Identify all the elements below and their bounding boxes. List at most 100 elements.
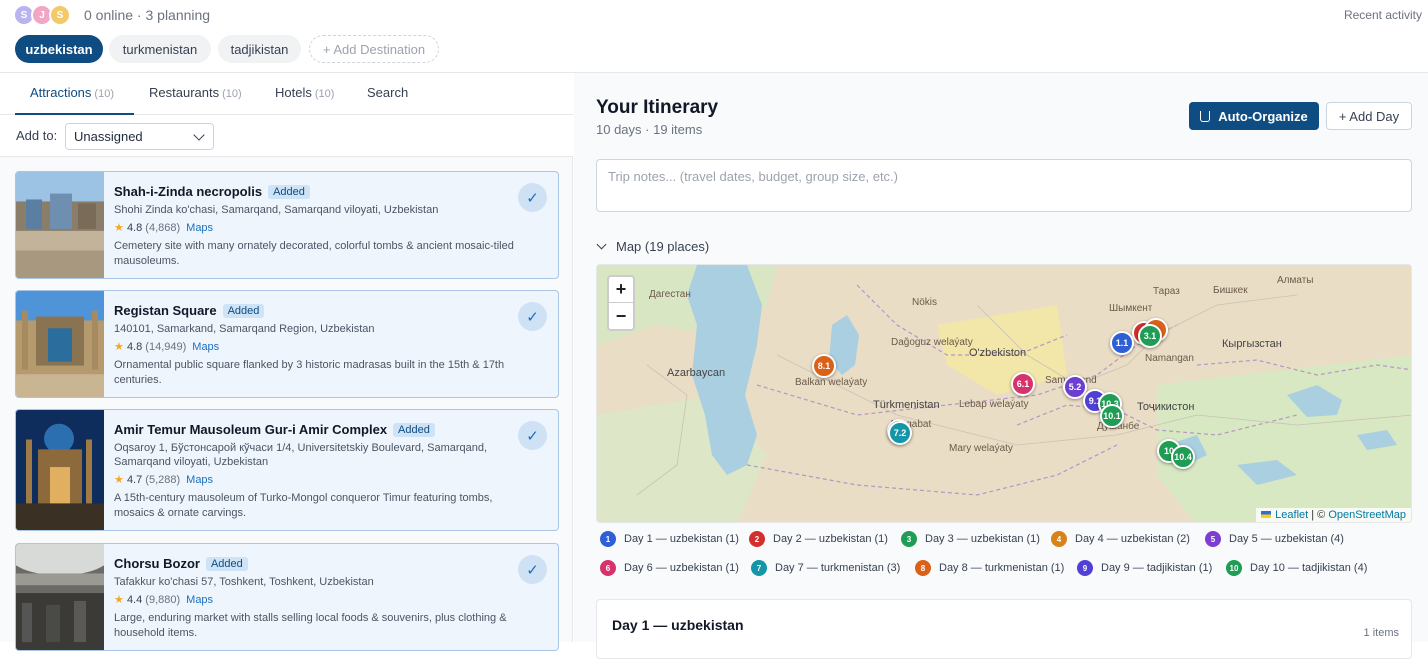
attraction-card[interactable]: Chorsu Bozor Added Tafakkur ko'chasi 57, … (15, 543, 559, 651)
attraction-description: A 15th-century mausoleum of Turko-Mongol… (114, 492, 493, 519)
maps-link[interactable]: Maps (186, 594, 213, 606)
added-badge: Added (393, 422, 435, 437)
attraction-photo (16, 172, 104, 278)
day-title: Day 1 — uzbekistan (612, 617, 744, 633)
legend-item-day-4: 4 Day 4 — uzbekistan (2) (1051, 531, 1190, 547)
attraction-address: Oqsaroy 1, Бўстонсарой кўчаси 1/4, Unive… (114, 442, 488, 468)
maps-link[interactable]: Maps (186, 474, 213, 486)
map-label: Nökis (912, 297, 938, 308)
legend-item-day-3: 3 Day 3 — uzbekistan (1) (901, 531, 1040, 547)
map-marker[interactable]: 7.2 (888, 421, 912, 445)
checkmark-icon[interactable]: ✓ (518, 302, 547, 331)
collaborator-avatars: S J S (13, 4, 71, 26)
map-label: Тоҷикистон (1137, 401, 1195, 413)
destination-chip-tadjikistan[interactable]: tadjikistan (218, 35, 301, 63)
attraction-photo (16, 410, 104, 530)
legend-item-day-7: 7 Day 7 — turkmenistan (3) (751, 560, 900, 576)
map-marker[interactable]: 6.1 (1011, 372, 1035, 396)
add-destination-button[interactable]: + Add Destination (309, 35, 439, 63)
map-marker[interactable]: 3.1 (1138, 324, 1162, 348)
itinerary-map[interactable]: Azarbaycan Türkmenistan O'zbekiston Кырг… (596, 264, 1412, 523)
star-icon: ★ (114, 594, 124, 606)
recent-activity-link[interactable]: Recent activity (1344, 8, 1422, 22)
map-marker[interactable]: 8.1 (812, 354, 836, 378)
added-badge: Added (222, 303, 265, 318)
checkmark-icon[interactable]: ✓ (518, 183, 547, 212)
added-badge: Added (268, 184, 310, 199)
day-card[interactable]: Day 1 — uzbekistan 1 items (596, 599, 1412, 659)
avatar[interactable]: S (49, 4, 71, 26)
attraction-photo (16, 544, 104, 650)
attraction-card[interactable]: Amir Temur Mausoleum Gur-i Amir Complex A… (15, 409, 559, 531)
attraction-description: Large, enduring market with stalls selli… (114, 612, 507, 639)
maps-link[interactable]: Maps (186, 222, 213, 234)
attraction-name: Shah-i-Zinda necropolis (114, 184, 263, 199)
map-zoom-control: + − (607, 275, 635, 331)
add-to-selected-value: Unassigned (74, 129, 143, 144)
attraction-name: Amir Temur Mausoleum Gur-i Amir Complex (114, 422, 388, 437)
attraction-rating: ★ 4.8 (14,949) Maps (114, 341, 220, 353)
attraction-card[interactable]: Registan Square Added 140101, Samarkand, … (15, 290, 559, 398)
itinerary-summary: 10 days · 19 items (596, 122, 703, 137)
attraction-name: Chorsu Bozor (114, 556, 200, 571)
tab-search[interactable]: Search (367, 85, 408, 100)
legend-item-day-2: 2 Day 2 — uzbekistan (1) (749, 531, 888, 547)
map-label: Lebap welaýaty (959, 399, 1029, 410)
map-label: Namangan (1145, 353, 1194, 364)
zoom-out-button[interactable]: − (609, 303, 633, 329)
map-label: Balkan welaýaty (795, 377, 868, 388)
legend-item-day-6: 6 Day 6 — uzbekistan (1) (600, 560, 739, 576)
attraction-card[interactable]: Shah-i-Zinda necropolis Added Shohi Zinda… (15, 171, 559, 279)
attraction-address: Tafakkur ko'chasi 57, Toshkent, Toshkent… (114, 576, 374, 588)
added-badge: Added (205, 556, 248, 571)
checkmark-icon[interactable]: ✓ (518, 421, 547, 450)
map-label: Dağoguz welaýaty (891, 337, 973, 348)
map-marker[interactable]: 10.4 (1171, 445, 1195, 469)
map-label: Mary welaýaty (949, 443, 1013, 454)
add-to-select[interactable]: Unassigned (65, 123, 214, 150)
places-panel: Attractions (10) Restaurants (10) Hotels (1… (0, 73, 573, 651)
day-item-count: 1 items (1363, 627, 1399, 639)
itinerary-title: Your Itinerary (596, 97, 719, 118)
map-label: Azarbaycan (667, 367, 726, 379)
map-attribution: Leaflet | © OpenStreetMap (1256, 508, 1411, 522)
attraction-rating: ★ 4.7 (5,288) Maps (114, 474, 214, 486)
chevron-down-icon (596, 239, 607, 250)
map-label: Кыргызстан (1222, 338, 1282, 350)
tab-attractions[interactable]: Attractions (10) (30, 85, 114, 100)
legend-item-day-1: 1 Day 1 — uzbekistan (1) (600, 531, 739, 547)
star-icon: ★ (114, 222, 124, 234)
map-label: Бишкек (1213, 285, 1248, 296)
attraction-description: Ornamental public square flanked by 3 hi… (114, 359, 505, 386)
openstreetmap-link[interactable]: OpenStreetMap (1328, 509, 1406, 521)
chevron-down-icon (193, 129, 205, 141)
auto-organize-button[interactable]: Auto-Organize (1189, 102, 1319, 130)
checkmark-icon[interactable]: ✓ (518, 555, 547, 584)
presence-status: 0 online · 3 planning (84, 7, 211, 23)
places-tabs: Attractions (10) Restaurants (10) Hotels (1… (0, 73, 573, 115)
leaflet-link[interactable]: Leaflet (1275, 509, 1308, 521)
flask-icon (1200, 110, 1211, 122)
map-label: Алматы (1277, 275, 1314, 286)
destination-chip-turkmenistan[interactable]: turkmenistan (109, 35, 211, 63)
map-label: Тараз (1153, 286, 1180, 297)
star-icon: ★ (114, 474, 124, 486)
add-to-row: Add to: Unassigned (0, 115, 573, 157)
destination-chip-uzbekistan[interactable]: uzbekistan (15, 35, 103, 63)
map-marker[interactable]: 10.1 (1100, 404, 1124, 428)
trip-notes-input[interactable]: Trip notes... (travel dates, budget, gro… (596, 159, 1412, 212)
attraction-rating: ★ 4.4 (9,880) Maps (114, 594, 214, 606)
map-marker[interactable]: 1.1 (1110, 331, 1134, 355)
attraction-description: Cemetery site with many ornately decorat… (114, 240, 514, 267)
tab-hotels[interactable]: Hotels (10) (275, 85, 334, 100)
zoom-in-button[interactable]: + (609, 277, 633, 303)
add-day-button[interactable]: + Add Day (1326, 102, 1412, 130)
tab-restaurants[interactable]: Restaurants (10) (149, 85, 242, 100)
map-toggle[interactable]: Map (19 places) (596, 239, 709, 254)
attraction-address: Shohi Zinda ko'chasi, Samarqand, Samarqa… (114, 204, 439, 216)
itinerary-panel: Your Itinerary 10 days · 19 items Auto-O… (574, 73, 1428, 659)
map-label: O'zbekiston (969, 347, 1027, 359)
attraction-photo (16, 291, 104, 397)
maps-link[interactable]: Maps (192, 341, 219, 353)
top-bar: S J S 0 online · 3 planning Recent activ… (0, 0, 1428, 30)
